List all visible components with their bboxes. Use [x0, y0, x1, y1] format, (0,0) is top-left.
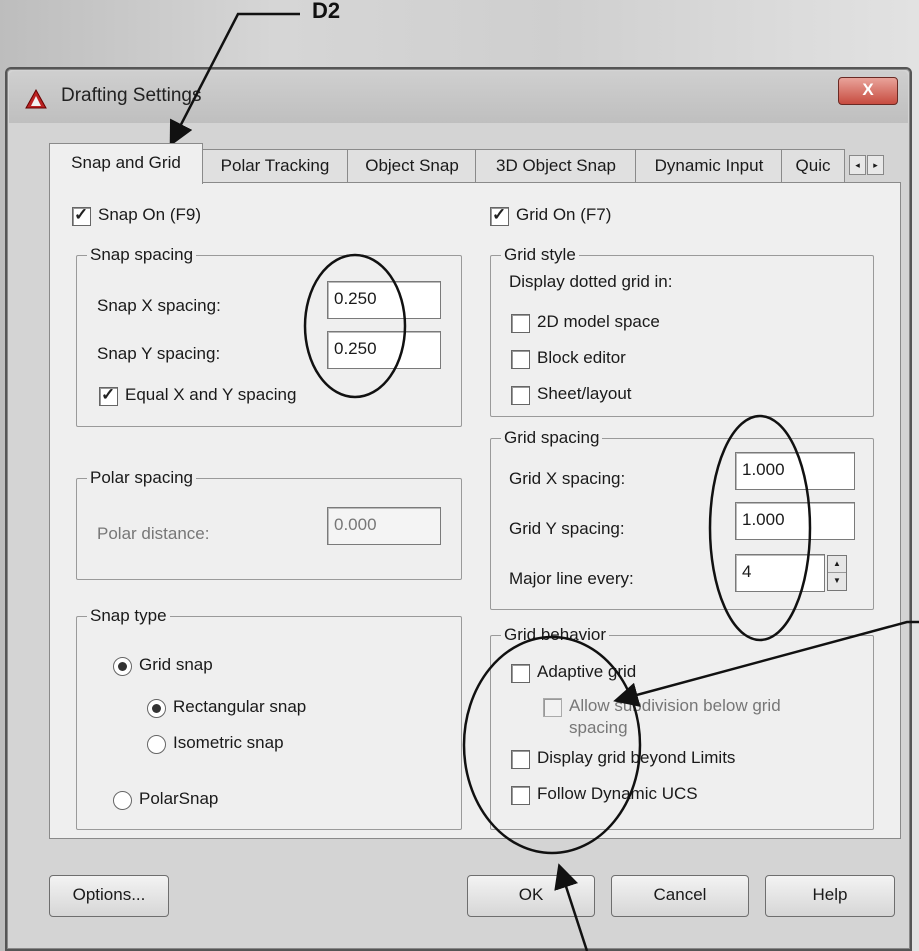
tab-object-snap[interactable]: Object Snap — [347, 149, 477, 182]
grid-sheet-layout-label: Sheet/layout — [537, 384, 632, 403]
grid-on-checkbox[interactable] — [490, 205, 509, 226]
equal-xy-spacing-checkbox[interactable] — [99, 385, 118, 406]
grid-x-label: Grid X spacing: — [509, 469, 626, 488]
tab-dynamic-input[interactable]: Dynamic Input — [635, 149, 783, 182]
grid-block-editor-label: Block editor — [537, 348, 626, 367]
snap-spacing-group: Snap spacing Snap X spacing: 0.250 Snap … — [76, 245, 462, 427]
tab-polar-tracking[interactable]: Polar Tracking — [201, 149, 349, 182]
grid-spacing-title: Grid spacing — [501, 428, 603, 448]
polar-distance-label: Polar distance: — [97, 524, 210, 543]
title-bar: Drafting Settings X — [9, 71, 908, 123]
snap-on-label: Snap On (F9) — [98, 205, 201, 224]
snap-x-spacing-input[interactable]: 0.250 — [327, 281, 441, 319]
display-beyond-limits-checkbox[interactable] — [511, 750, 530, 769]
polar-spacing-group: Polar spacing Polar distance: 0.000 — [76, 468, 462, 580]
equal-xy-spacing-label: Equal X and Y spacing — [125, 385, 297, 404]
grid-behavior-group: Grid behavior Adaptive grid Allow subdiv… — [490, 625, 874, 830]
tab-quick-properties[interactable]: Quic — [781, 149, 845, 182]
grid-behavior-title: Grid behavior — [501, 625, 610, 645]
spin-down-icon[interactable]: ▼ — [828, 573, 846, 589]
snap-y-spacing-input[interactable]: 0.250 — [327, 331, 441, 369]
major-line-every-input[interactable]: 4 — [735, 554, 825, 592]
drafting-settings-dialog: Drafting Settings X Snap and Grid Polar … — [5, 67, 912, 951]
rectangular-snap-label: Rectangular snap — [173, 697, 307, 716]
options-button[interactable]: Options... — [49, 875, 169, 917]
rectangular-snap-radio[interactable] — [147, 699, 166, 718]
tab-scroll-left-icon[interactable]: ◂ — [849, 155, 866, 175]
snap-y-label: Snap Y spacing: — [97, 344, 221, 363]
close-button[interactable]: X — [838, 77, 898, 105]
spin-up-icon[interactable]: ▲ — [828, 556, 846, 573]
display-beyond-limits-label: Display grid beyond Limits — [537, 748, 736, 767]
tab-strip: Snap and Grid Polar Tracking Object Snap… — [49, 143, 899, 185]
snap-spacing-title: Snap spacing — [87, 245, 197, 265]
ok-button[interactable]: OK — [467, 875, 595, 917]
snap-x-label: Snap X spacing: — [97, 296, 221, 315]
allow-subdivision-label-line1: Allow subdivision below grid — [569, 696, 781, 715]
grid-x-spacing-input[interactable]: 1.000 — [735, 452, 855, 490]
grid-on-label: Grid On (F7) — [516, 205, 612, 224]
snap-type-group: Snap type Grid snap Rectangular snap Iso… — [76, 606, 462, 830]
window-title: Drafting Settings — [61, 85, 202, 106]
tab-scroll-right-icon[interactable]: ▸ — [867, 155, 884, 175]
polarsnap-radio[interactable] — [113, 791, 132, 810]
callout-label-d2: D2 — [312, 0, 341, 23]
adaptive-grid-checkbox[interactable] — [511, 664, 530, 683]
grid-y-spacing-input[interactable]: 1.000 — [735, 502, 855, 540]
isometric-snap-label: Isometric snap — [173, 733, 284, 752]
polar-distance-input[interactable]: 0.000 — [327, 507, 441, 545]
isometric-snap-radio[interactable] — [147, 735, 166, 754]
major-line-spinner[interactable]: ▲ ▼ — [827, 555, 847, 591]
allow-subdivision-checkbox[interactable] — [543, 698, 562, 717]
grid-snap-radio[interactable] — [113, 657, 132, 676]
snap-on-checkbox[interactable] — [72, 205, 91, 226]
grid-style-caption: Display dotted grid in: — [509, 272, 673, 291]
autocad-app-icon — [25, 89, 47, 109]
adaptive-grid-label: Adaptive grid — [537, 662, 637, 681]
polarsnap-label: PolarSnap — [139, 789, 219, 808]
grid-y-label: Grid Y spacing: — [509, 519, 625, 538]
grid-sheet-layout-checkbox[interactable] — [511, 386, 530, 405]
grid-2d-model-space-label: 2D model space — [537, 312, 660, 331]
grid-block-editor-checkbox[interactable] — [511, 350, 530, 369]
tab-3d-object-snap[interactable]: 3D Object Snap — [475, 149, 637, 182]
grid-2d-model-space-checkbox[interactable] — [511, 314, 530, 333]
grid-snap-label: Grid snap — [139, 655, 213, 674]
major-line-label: Major line every: — [509, 569, 634, 588]
grid-style-title: Grid style — [501, 245, 579, 265]
snap-and-grid-panel: Snap On (F9) Snap spacing Snap X spacing… — [49, 182, 901, 839]
snap-type-title: Snap type — [87, 606, 170, 626]
grid-spacing-group: Grid spacing Grid X spacing: 1.000 Grid … — [490, 428, 874, 610]
follow-dynamic-ucs-label: Follow Dynamic UCS — [537, 784, 698, 803]
tab-snap-and-grid[interactable]: Snap and Grid — [49, 143, 203, 184]
polar-spacing-title: Polar spacing — [87, 468, 197, 488]
follow-dynamic-ucs-checkbox[interactable] — [511, 786, 530, 805]
cancel-button[interactable]: Cancel — [611, 875, 749, 917]
grid-style-group: Grid style Display dotted grid in: 2D mo… — [490, 245, 874, 417]
allow-subdivision-label-line2: spacing — [569, 718, 628, 737]
help-button[interactable]: Help — [765, 875, 895, 917]
